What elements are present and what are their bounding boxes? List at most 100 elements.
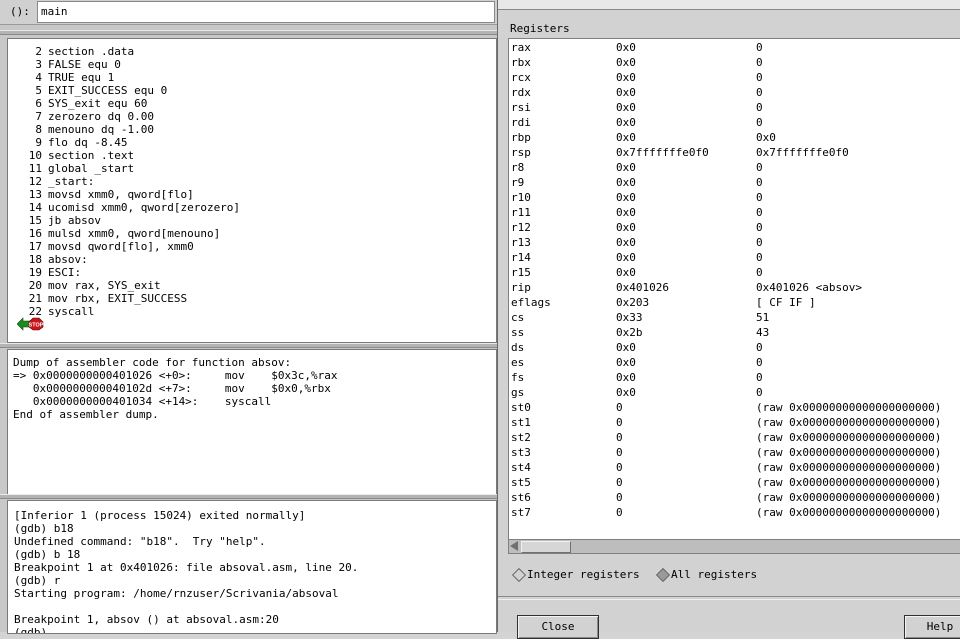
source-line[interactable]: 20 mov rax, SYS_exit: [8, 279, 161, 292]
register-name: r11: [511, 206, 531, 219]
source-line[interactable]: 11 global _start: [8, 162, 134, 175]
help-button[interactable]: Help: [904, 615, 960, 639]
assembler-line: => 0x0000000000401026 <+0>: mov $0x3c,%r…: [13, 369, 338, 382]
register-row[interactable]: cs 0x33 51: [509, 311, 960, 326]
register-row[interactable]: rsp 0x7fffffffe0f0 0x7fffffffe0f0: [509, 146, 960, 161]
register-row[interactable]: r12 0x0 0: [509, 221, 960, 236]
registers-list[interactable]: rax 0x0 0 rbx 0x0 0 rcx 0x0 0 rdx 0x0 0 rsi 0x0 0 rdi 0x…: [508, 38, 960, 540]
machine-code-window[interactable]: Dump of assembler code for function abso…: [7, 349, 497, 495]
pane-sash-bottom[interactable]: [0, 494, 497, 499]
source-line[interactable]: 18 absov:: [8, 253, 88, 266]
register-row[interactable]: st5 0 (raw 0x00000000000000000000): [509, 476, 960, 491]
register-hex-value: 0x0: [616, 236, 636, 249]
register-row[interactable]: gs 0x0 0: [509, 386, 960, 401]
register-name: r9: [511, 176, 525, 189]
register-row[interactable]: es 0x0 0: [509, 356, 960, 371]
pane-sash-middle[interactable]: [0, 343, 497, 348]
source-line[interactable]: 21 mov rbx, EXIT_SUCCESS: [8, 292, 187, 305]
source-line[interactable]: 14 ucomisd xmm0, qword[zerozero]: [8, 201, 240, 214]
line-number: 15: [28, 214, 42, 227]
source-text: mulsd xmm0, qword[menouno]: [48, 227, 221, 240]
line-number: 14: [28, 201, 42, 214]
source-window[interactable]: 2 section .data 3 FALSE equ 0 4 TRUE equ 1 5 EX…: [7, 38, 497, 343]
register-name: r13: [511, 236, 531, 249]
register-natural-value: (raw 0x00000000000000000000): [756, 476, 942, 489]
register-row[interactable]: r8 0x0 0: [509, 161, 960, 176]
register-row[interactable]: r9 0x0 0: [509, 176, 960, 191]
register-row[interactable]: st2 0 (raw 0x00000000000000000000): [509, 431, 960, 446]
source-text: menouno dq -1.00: [48, 123, 154, 136]
gdb-console[interactable]: [Inferior 1 (process 15024) exited norma…: [7, 500, 497, 634]
line-number: 12: [28, 175, 42, 188]
register-row[interactable]: st4 0 (raw 0x00000000000000000000): [509, 461, 960, 476]
register-row[interactable]: st7 0 (raw 0x00000000000000000000): [509, 506, 960, 521]
register-natural-value: 0: [756, 176, 763, 189]
register-row[interactable]: r11 0x0 0: [509, 206, 960, 221]
register-row[interactable]: ss 0x2b 43: [509, 326, 960, 341]
register-name: st0: [511, 401, 531, 414]
register-row[interactable]: rax 0x0 0: [509, 41, 960, 56]
register-row[interactable]: r10 0x0 0: [509, 191, 960, 206]
source-line[interactable]: 12 _start:: [8, 175, 95, 188]
dialog-title-strip: [498, 0, 960, 10]
register-row[interactable]: st0 0 (raw 0x00000000000000000000): [509, 401, 960, 416]
register-hex-value: 0x0: [616, 101, 636, 114]
register-row[interactable]: rip 0x401026 0x401026 <absov>: [509, 281, 960, 296]
breakpoint-stop-icon[interactable]: STOP: [17, 317, 51, 331]
source-line[interactable]: 2 section .data: [8, 45, 134, 58]
register-row[interactable]: r14 0x0 0: [509, 251, 960, 266]
register-natural-value: 0: [756, 86, 763, 99]
register-row[interactable]: st3 0 (raw 0x00000000000000000000): [509, 446, 960, 461]
source-line[interactable]: 4 TRUE equ 1: [8, 71, 114, 84]
source-line[interactable]: 7 zerozero dq 0.00: [8, 110, 154, 123]
console-line: Breakpoint 1, absov () at absoval.asm:20: [14, 613, 279, 626]
source-line[interactable]: 16 mulsd xmm0, qword[menouno]: [8, 227, 220, 240]
source-text: absov:: [48, 253, 88, 266]
source-line[interactable]: 3 FALSE equ 0: [8, 58, 120, 71]
argument-input[interactable]: main: [37, 1, 495, 23]
pane-sash-top[interactable]: [0, 30, 497, 35]
source-line[interactable]: 13 movsd xmm0, qword[flo]: [8, 188, 194, 201]
source-line[interactable]: 17 movsd qword[flo], xmm0: [8, 240, 194, 253]
register-hex-value: 0x0: [616, 116, 636, 129]
register-natural-value: 0: [756, 341, 763, 354]
close-button[interactable]: Close: [517, 615, 599, 639]
source-line[interactable]: 5 EXIT_SUCCESS equ 0: [8, 84, 167, 97]
register-row[interactable]: fs 0x0 0: [509, 371, 960, 386]
register-row[interactable]: rbp 0x0 0x0: [509, 131, 960, 146]
register-row[interactable]: rsi 0x0 0: [509, 101, 960, 116]
source-line[interactable]: 10 section .text: [8, 149, 134, 162]
register-name: ds: [511, 341, 525, 354]
scroll-left-arrow-icon[interactable]: [510, 541, 518, 551]
register-row[interactable]: rdx 0x0 0: [509, 86, 960, 101]
argument-bar: (): main: [0, 0, 497, 25]
radio-diamond-icon[interactable]: [511, 567, 527, 583]
argument-value[interactable]: main: [41, 5, 68, 18]
register-name: rdx: [511, 86, 531, 99]
source-line[interactable]: 15 jb absov: [8, 214, 101, 227]
register-row[interactable]: r13 0x0 0: [509, 236, 960, 251]
line-number: 5: [35, 84, 42, 97]
register-row[interactable]: ds 0x0 0: [509, 341, 960, 356]
source-line[interactable]: 19 ESCI:: [8, 266, 81, 279]
register-name: es: [511, 356, 525, 369]
line-number: 2: [35, 45, 42, 58]
register-name: rip: [511, 281, 531, 294]
source-line[interactable]: 6 SYS_exit equ 60: [8, 97, 147, 110]
source-line[interactable]: 9 flo dq -8.45: [8, 136, 127, 149]
radio-diamond-icon[interactable]: [655, 567, 671, 583]
register-natural-value: 0: [756, 236, 763, 249]
register-row[interactable]: eflags 0x203 [ CF IF ]: [509, 296, 960, 311]
source-text: section .data: [48, 45, 135, 58]
scroll-thumb[interactable]: [521, 541, 571, 553]
integer-registers-label: Integer registers: [527, 568, 640, 581]
source-line[interactable]: 8 menouno dq -1.00: [8, 123, 154, 136]
register-row[interactable]: st1 0 (raw 0x00000000000000000000): [509, 416, 960, 431]
register-row[interactable]: rdi 0x0 0: [509, 116, 960, 131]
register-row[interactable]: st6 0 (raw 0x00000000000000000000): [509, 491, 960, 506]
register-row[interactable]: rbx 0x0 0: [509, 56, 960, 71]
horizontal-scrollbar[interactable]: [508, 539, 960, 554]
register-row[interactable]: r15 0x0 0: [509, 266, 960, 281]
register-natural-value: 0: [756, 71, 763, 84]
register-row[interactable]: rcx 0x0 0: [509, 71, 960, 86]
